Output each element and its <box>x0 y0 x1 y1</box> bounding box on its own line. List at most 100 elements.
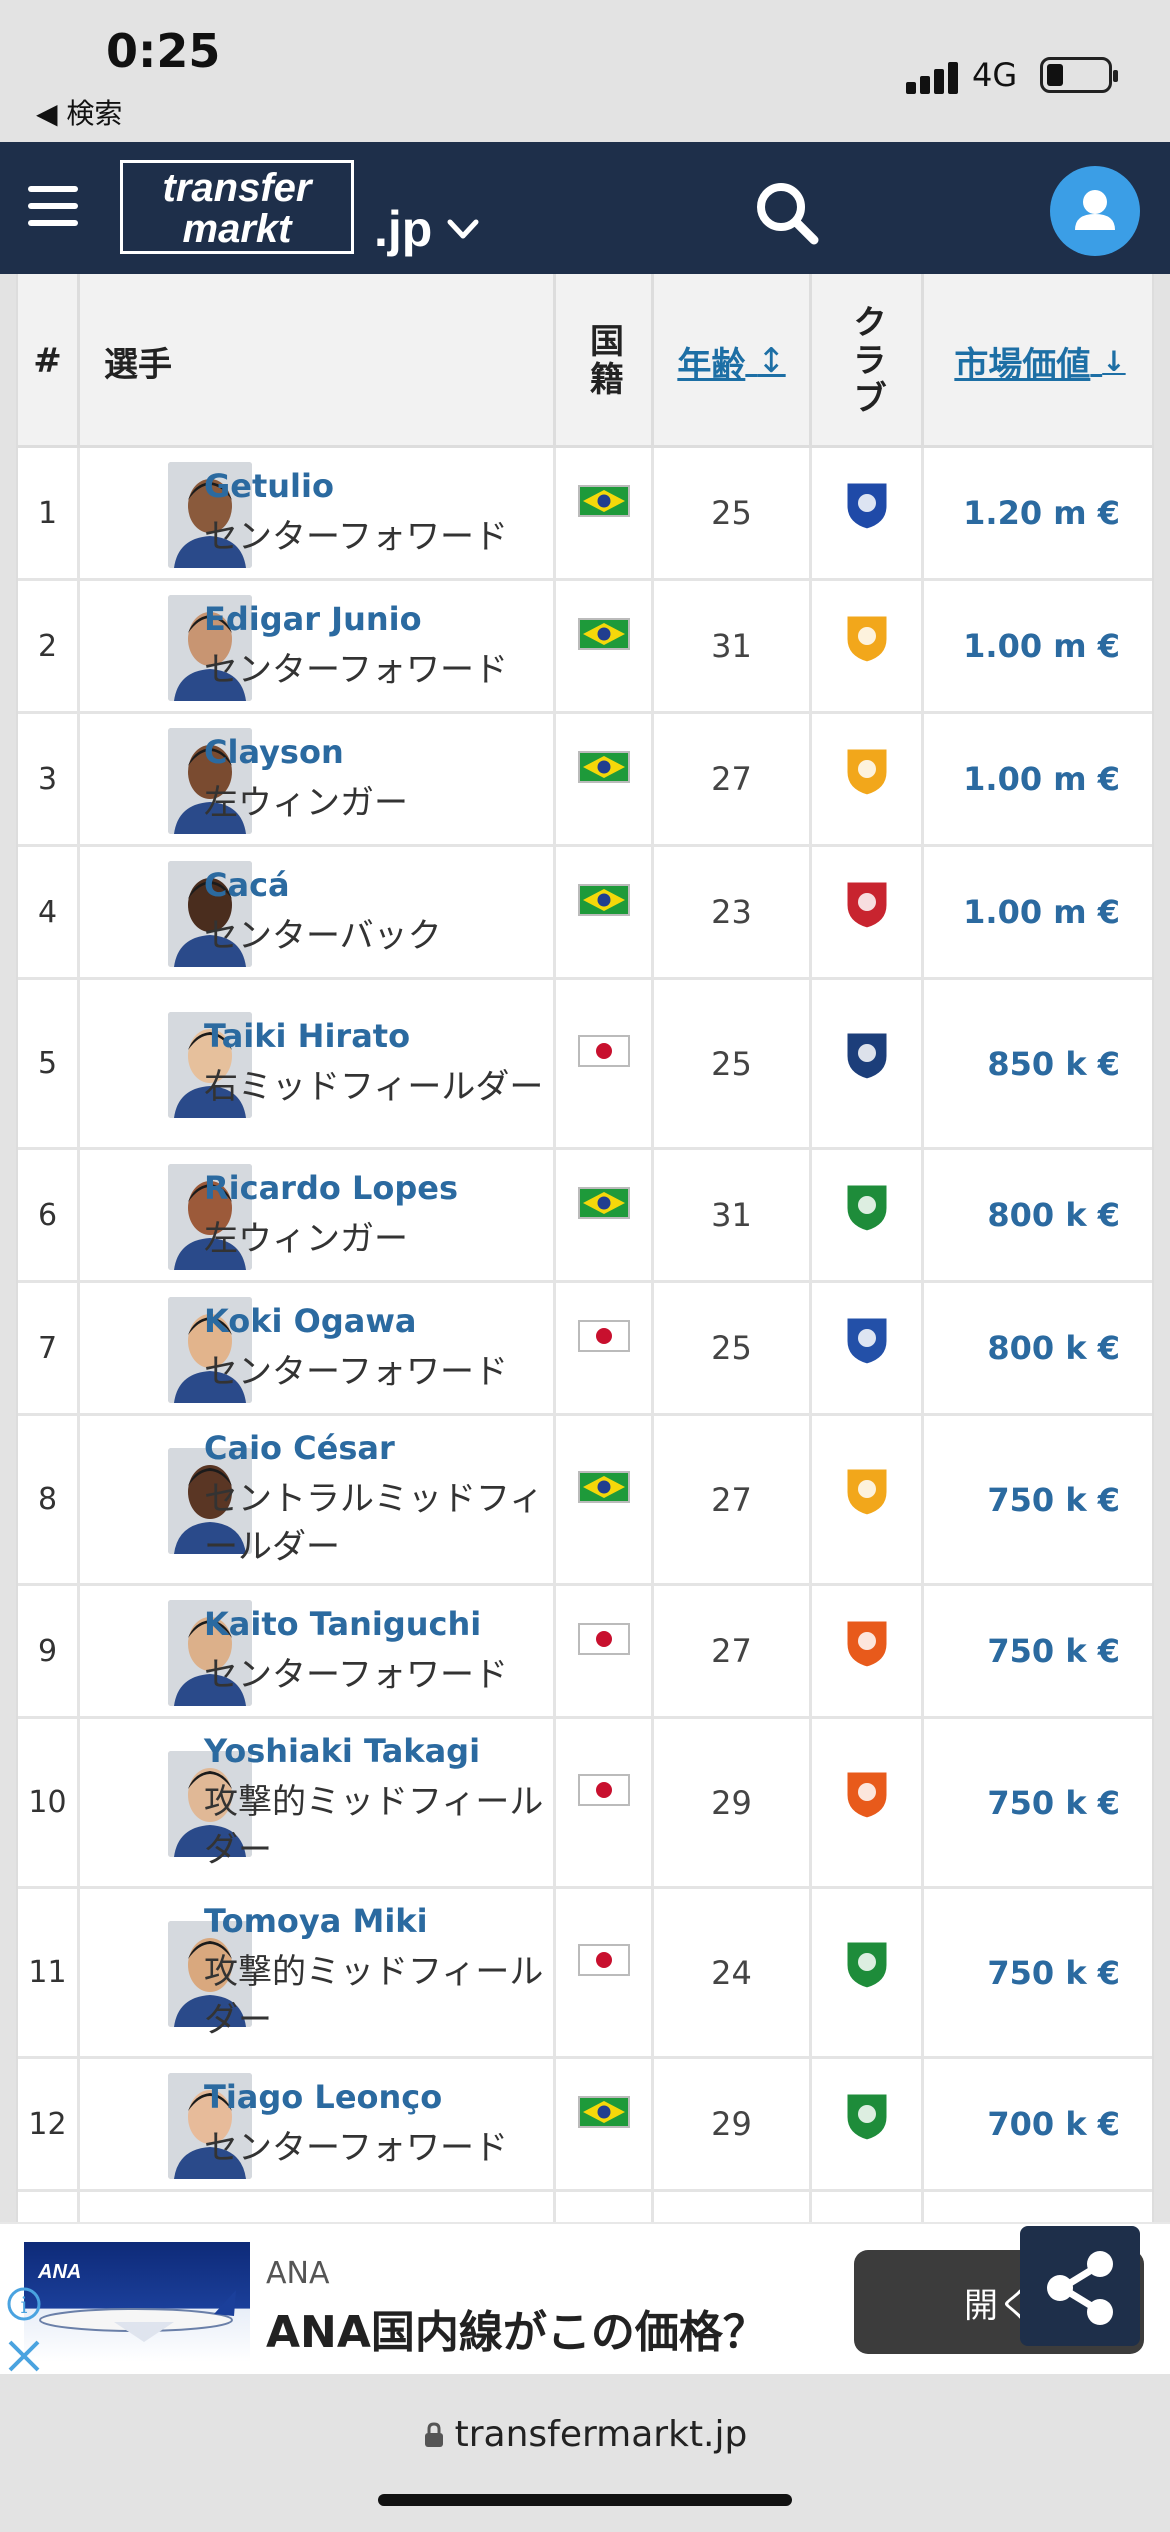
market-value-link[interactable]: 700 k € <box>924 2059 1152 2189</box>
player-cell: Tomoya Miki 攻撃的ミッドフィールダー <box>80 1889 556 2056</box>
brazil-flag-icon[interactable] <box>577 617 630 650</box>
market-value-link[interactable]: 800 k € <box>924 1150 1152 1280</box>
club-crest-icon[interactable] <box>838 742 896 800</box>
age: 24 <box>711 1953 752 1992</box>
close-icon <box>8 2340 40 2372</box>
player-position: セントラルミッドフィールダー <box>204 1479 544 1567</box>
menu-icon[interactable] <box>28 184 78 228</box>
player-position: 攻撃的ミッドフィールダー <box>204 1952 544 2040</box>
table-row: 10 Yoshiaki Takagi 攻撃的ミッドフィールダー 29 750 k € <box>18 1719 1152 1889</box>
market-value-link[interactable]: 1.20 m € <box>924 448 1152 578</box>
market-value-link[interactable]: 850 k € <box>924 980 1152 1147</box>
player-name-link[interactable]: Tiago Leonço <box>204 2078 442 2116</box>
player-cell: Clayson 左ウィンガー <box>80 714 556 844</box>
age-cell: 29 <box>654 1719 812 1886</box>
rank-cell: 8 <box>18 1416 80 1583</box>
chevron-down-icon[interactable] <box>446 212 480 246</box>
club-crest-icon[interactable] <box>838 1614 896 1672</box>
market-value-link[interactable]: 750 k € <box>924 1416 1152 1583</box>
rank-cell: 3 <box>18 714 80 844</box>
transfermarkt-logo[interactable]: transfer markt <box>120 160 354 254</box>
age-cell: 29 <box>654 2059 812 2189</box>
brazil-flag-icon[interactable] <box>577 1186 630 1219</box>
player-position: センターフォワード <box>204 649 508 690</box>
player-name-link[interactable]: Koki Ogawa <box>204 1302 416 1340</box>
market-value-link[interactable]: 750 k € <box>924 1719 1152 1886</box>
club-crest-icon[interactable] <box>838 875 896 933</box>
japan-flag-icon[interactable] <box>577 1944 630 1976</box>
table-row: 3 Clayson 左ウィンガー 27 1.00 m € <box>18 714 1152 847</box>
brazil-flag-icon[interactable] <box>577 750 630 783</box>
rank-cell: 9 <box>18 1586 80 1716</box>
status-bar: 0:25 ◀ 検索 4G <box>0 0 1170 142</box>
home-indicator[interactable] <box>378 2494 792 2506</box>
header-value-sort[interactable]: 市場価値 ↓ <box>924 274 1152 448</box>
player-name-link[interactable]: Edigar Junio <box>204 600 422 638</box>
age-cell: 25 <box>654 448 812 578</box>
club-crest-icon[interactable] <box>838 1311 896 1369</box>
club-crest-icon[interactable] <box>838 1026 896 1084</box>
clock: 0:25 <box>106 24 221 78</box>
rank-cell: 4 <box>18 847 80 977</box>
player-position: センターフォワード <box>204 2127 508 2168</box>
player-position: 左ウィンガー <box>204 1218 408 1259</box>
header-age-sort[interactable]: 年齢 ↕ <box>654 274 812 448</box>
player-name-link[interactable]: Yoshiaki Takagi <box>204 1732 480 1770</box>
brazil-flag-icon[interactable] <box>577 883 630 916</box>
market-value-link[interactable]: 750 k € <box>924 1586 1152 1716</box>
share-button[interactable] <box>1020 2226 1140 2346</box>
japan-flag-icon[interactable] <box>577 1774 630 1806</box>
header-rank: # <box>18 274 80 448</box>
battery-icon <box>1040 57 1118 93</box>
brazil-flag-icon[interactable] <box>577 2095 630 2128</box>
nationality-cell <box>556 581 654 711</box>
player-cell: Taiki Hirato 右ミッドフィールダー <box>80 980 556 1147</box>
age: 23 <box>711 893 752 931</box>
airplane-ad-image: ANA <box>24 2242 250 2362</box>
address-bar[interactable]: transfermarkt.jp <box>0 2414 1170 2455</box>
market-value-link[interactable]: 1.00 m € <box>924 581 1152 711</box>
club-crest-icon[interactable] <box>838 476 896 534</box>
search-icon[interactable] <box>752 178 822 248</box>
player-position: 右ミッドフィールダー <box>204 1067 544 1107</box>
japan-flag-icon[interactable] <box>577 1622 630 1655</box>
table-row <box>18 2192 1152 2222</box>
player-name-link[interactable]: Cacá <box>204 866 290 904</box>
brazil-flag-icon[interactable] <box>577 484 630 517</box>
brazil-flag-icon[interactable] <box>577 1471 630 1503</box>
age: 25 <box>711 1044 752 1083</box>
rank-cell: 7 <box>18 1283 80 1413</box>
player-name-link[interactable]: Clayson <box>204 733 344 771</box>
club-crest-icon[interactable] <box>838 1765 896 1823</box>
market-value-link[interactable]: 1.00 m € <box>924 847 1152 977</box>
user-account-button[interactable] <box>1050 166 1140 256</box>
club-crest-icon[interactable] <box>838 1462 896 1520</box>
age-cell: 27 <box>654 1586 812 1716</box>
market-value-link[interactable]: 750 k € <box>924 1889 1152 2056</box>
market-value-link[interactable]: 1.00 m € <box>924 714 1152 844</box>
site-domain[interactable]: .jp <box>374 200 432 258</box>
player-name-link[interactable]: Caio César <box>204 1429 395 1467</box>
age: 29 <box>711 2105 752 2143</box>
player-name-link[interactable]: Getulio <box>204 467 334 505</box>
club-crest-icon[interactable] <box>838 1935 896 1993</box>
japan-flag-icon[interactable] <box>577 1319 630 1352</box>
japan-flag-icon[interactable] <box>577 1035 630 1067</box>
rank-cell: 12 <box>18 2059 80 2189</box>
site-header: transfer markt .jp <box>0 142 1170 274</box>
player-name-link[interactable]: Kaito Taniguchi <box>204 1605 481 1643</box>
ad-banner[interactable]: ANA ANA ANA国内線がこの価格？ 開く <box>0 2222 1170 2374</box>
market-value-link[interactable]: 800 k € <box>924 1283 1152 1413</box>
club-crest-icon[interactable] <box>838 609 896 667</box>
player-name-link[interactable]: Ricardo Lopes <box>204 1169 458 1207</box>
share-icon <box>1047 2251 1113 2325</box>
player-name-link[interactable]: Taiki Hirato <box>204 1017 410 1055</box>
rank: 8 <box>37 1482 58 1517</box>
club-cell <box>812 714 924 844</box>
club-crest-icon[interactable] <box>838 2087 896 2145</box>
svg-text:ANA: ANA <box>37 2261 81 2283</box>
club-crest-icon[interactable] <box>838 1178 896 1236</box>
back-to-search-link[interactable]: ◀ 検索 <box>36 92 122 132</box>
table-header: # 選手 国籍 年齢 ↕ クラブ 市場価値 ↓ <box>18 274 1152 448</box>
player-name-link[interactable]: Tomoya Miki <box>204 1902 428 1940</box>
